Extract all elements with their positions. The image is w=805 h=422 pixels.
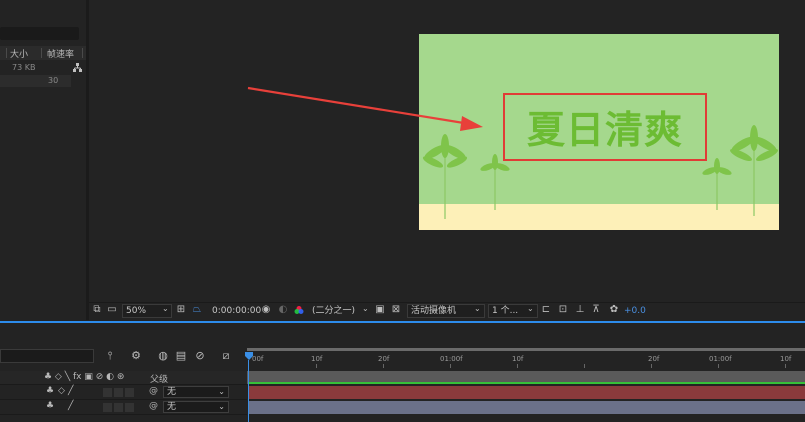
resolution-dropdown[interactable]: (二分之一) — [312, 304, 355, 318]
pick-whip-icon[interactable]: @ — [149, 386, 158, 396]
always-preview-icon[interactable]: ⧉ — [92, 305, 102, 315]
camera-snapshot-icon[interactable]: ◉ — [261, 305, 271, 315]
motion-blur-switch[interactable] — [114, 403, 123, 412]
parent-dropdown[interactable]: 无 ⌄ — [163, 386, 229, 398]
reset-exposure-icon[interactable]: ✿ — [609, 305, 619, 315]
flowchart-icon[interactable] — [72, 62, 83, 73]
work-area-bar[interactable] — [247, 348, 805, 351]
fast-previews-icon[interactable]: ⊡ — [558, 305, 568, 315]
column-divider[interactable] — [6, 48, 7, 58]
graph-editor-icon[interactable]: ⧄ — [220, 350, 232, 362]
project-item-row[interactable] — [0, 75, 71, 87]
collapse-switch-icon[interactable]: ◇ — [58, 386, 65, 396]
current-time-line — [248, 360, 249, 422]
ruler-label: 10f — [512, 355, 524, 363]
region-of-interest-icon[interactable]: ▣ — [375, 305, 385, 315]
chevron-down-icon: ⌄ — [218, 387, 225, 396]
frame-blending-icon[interactable]: ▤ — [175, 350, 187, 362]
ruler-label: 00f — [252, 355, 264, 363]
ruler-label: 01:00f — [709, 355, 732, 363]
column-framerate[interactable]: 帧速率 — [47, 47, 74, 60]
project-search-input[interactable] — [0, 27, 79, 40]
toggle-pixel-aspect-icon[interactable]: ⊏ — [541, 305, 551, 315]
shy-layers-icon[interactable]: ◍ — [157, 350, 169, 362]
project-column-header: 大小 帧速率 — [0, 46, 86, 60]
work-area-indicator — [249, 382, 805, 384]
comp-mini-flowchart-icon[interactable]: ⫯ — [104, 350, 116, 362]
exposure-value[interactable]: +0.0 — [624, 304, 646, 318]
ruler-tick — [584, 364, 585, 368]
composition-canvas[interactable]: 夏日清爽 — [419, 34, 779, 230]
show-snapshot-icon[interactable]: ◐ — [278, 305, 288, 315]
motion-blur-icon[interactable]: ⊘ — [194, 350, 206, 362]
column-divider[interactable] — [41, 48, 42, 58]
chevron-down-icon: ⌄ — [474, 304, 481, 313]
ruler-tick — [316, 364, 317, 368]
motion-blur-switch[interactable] — [114, 388, 123, 397]
timeline-search-input[interactable] — [0, 349, 94, 363]
ruler-tick — [785, 364, 786, 368]
parent-column-label[interactable]: 父级 — [150, 372, 168, 385]
effect-switch[interactable] — [103, 388, 112, 397]
project-item-framerate: 30 — [48, 76, 59, 85]
fit-frame-icon[interactable]: ⊞ — [176, 305, 186, 315]
ruler-tick — [450, 364, 451, 368]
ruler-tick — [517, 364, 518, 368]
quality-switch-icon[interactable]: ╱ — [68, 386, 73, 396]
layer-track-bar[interactable] — [249, 386, 805, 399]
timeline-icon[interactable]: ⊥ — [575, 305, 585, 315]
timecode[interactable]: 0:00:00:00 — [212, 304, 261, 318]
zoom-value: 50% — [126, 306, 147, 316]
color-channels-icon[interactable] — [294, 305, 304, 315]
camera-value: 活动摄像机 — [411, 306, 457, 316]
current-time-indicator[interactable] — [245, 352, 253, 360]
ruler-label: 20f — [378, 355, 390, 363]
effect-switch[interactable] — [103, 403, 112, 412]
project-item-size: 73 KB — [12, 63, 36, 72]
column-size[interactable]: 大小 — [10, 47, 28, 60]
parent-value: 无 — [167, 402, 177, 412]
chevron-down-icon: ⌄ — [362, 304, 369, 313]
ruler-label: 20f — [648, 355, 660, 363]
chevron-down-icon: ⌄ — [218, 402, 225, 411]
title-highlight-box: 夏日清爽 — [503, 93, 707, 161]
ruler-label: 10f — [311, 355, 323, 363]
ruler-tick — [383, 364, 384, 368]
views-value: 1 个... — [492, 306, 519, 316]
monitor-icon[interactable]: ▭ — [107, 305, 117, 315]
ruler-tick — [718, 364, 719, 368]
quality-switch-icon[interactable]: ╱ — [68, 401, 73, 411]
parent-dropdown[interactable]: 无 ⌄ — [163, 401, 229, 413]
shy-switch-icon[interactable]: ♣ — [46, 386, 54, 396]
ruler-tick — [651, 364, 652, 368]
pick-whip-icon[interactable]: @ — [149, 401, 158, 411]
draft-3d-icon[interactable]: ⚙ — [130, 350, 142, 362]
switches-column-icons[interactable]: ♣ ◇ ╲ fx ▣ ⊘ ◐ ⊛ — [44, 372, 124, 382]
chevron-down-icon: ⌄ — [162, 304, 169, 313]
ruler-label: 10f — [780, 355, 792, 363]
parent-value: 无 — [167, 387, 177, 397]
adjustment-switch[interactable] — [125, 403, 134, 412]
ruler-label: 01:00f — [440, 355, 463, 363]
mask-icon[interactable]: ⏢ — [192, 305, 202, 315]
flowchart-icon[interactable]: ⊼ — [591, 305, 601, 315]
adjustment-switch[interactable] — [125, 388, 134, 397]
chevron-down-icon: ⌄ — [527, 304, 534, 313]
layer-track-bar[interactable] — [249, 401, 805, 414]
column-divider[interactable] — [82, 48, 83, 58]
transparency-grid-icon[interactable]: ⊠ — [391, 305, 401, 315]
shy-switch-icon[interactable]: ♣ — [46, 401, 54, 411]
composition-title-text[interactable]: 夏日清爽 — [505, 99, 705, 154]
